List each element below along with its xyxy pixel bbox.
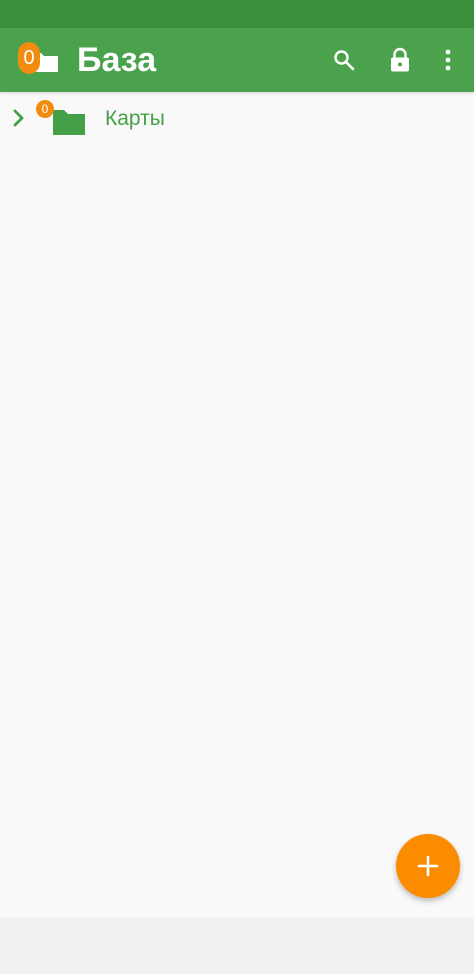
page-title: База — [77, 41, 157, 79]
tree-node-row[interactable]: 0 Карты — [0, 94, 474, 144]
app-logo: 0 — [16, 42, 60, 78]
node-icon: 0 — [36, 98, 88, 138]
tree-node-label[interactable]: Карты — [105, 106, 165, 132]
folder-icon — [53, 110, 85, 135]
more-options-button[interactable] — [428, 40, 468, 80]
status-bar — [0, 0, 474, 28]
more-vert-icon — [445, 49, 451, 71]
app-bar: 0 База — [0, 28, 474, 92]
lock-icon — [391, 47, 409, 72]
system-navigation-bar — [0, 918, 474, 974]
search-icon — [334, 50, 355, 71]
add-button[interactable] — [396, 834, 460, 898]
lock-button[interactable] — [380, 40, 420, 80]
search-button[interactable] — [324, 40, 364, 80]
node-count-badge: 0 — [36, 100, 54, 118]
chevron-right-icon[interactable] — [8, 107, 30, 129]
logo-count-badge: 0 — [18, 42, 40, 74]
plus-icon — [417, 855, 439, 877]
